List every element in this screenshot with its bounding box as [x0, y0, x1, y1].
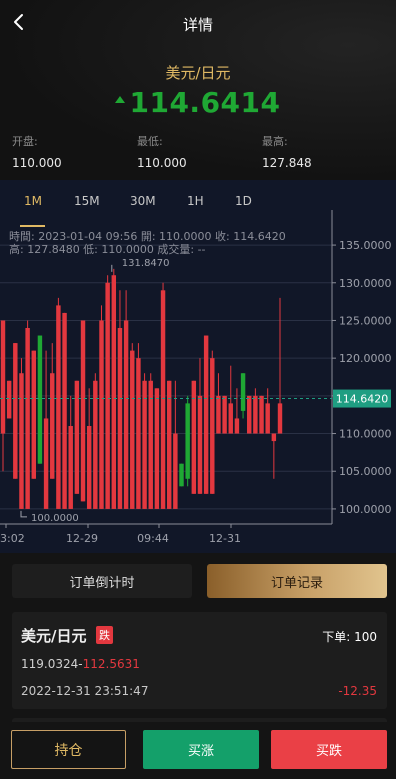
- stat-high: 最高: 127.848: [262, 133, 312, 170]
- candle-body: [148, 380, 153, 509]
- candle-body: [99, 320, 104, 509]
- y-tick-label: 105.0000: [339, 465, 392, 478]
- stat-low: 最低: 110.000: [137, 133, 187, 170]
- candle-body: [105, 282, 110, 509]
- candle-body: [216, 395, 221, 434]
- candle-body: [136, 358, 141, 509]
- candle-body: [62, 312, 67, 509]
- candle-body: [86, 426, 92, 509]
- order-countdown-button[interactable]: 订单倒计时: [12, 564, 192, 598]
- candle-body: [111, 275, 117, 509]
- candle-body: [160, 290, 166, 509]
- bottom-action-bar: 持仓 买涨 买跌: [0, 722, 396, 779]
- candle-body: [222, 395, 227, 434]
- current-price-row: 114.6414: [0, 86, 396, 119]
- candle-body: [166, 380, 172, 509]
- order-prices: 119.0324-112.5631: [21, 657, 140, 671]
- y-tick-label: 110.0000: [339, 428, 392, 441]
- header: 详情 美元/日元 114.6414 开盘: 110.000 最低: 110.00…: [0, 0, 396, 180]
- order-records-button[interactable]: 订单记录: [207, 564, 387, 598]
- candle-body: [31, 350, 36, 479]
- order-quantity: 下单: 100: [322, 630, 377, 644]
- position-button[interactable]: 持仓: [11, 730, 126, 769]
- current-price-tag-label: 114.6420: [336, 393, 389, 406]
- candle-body: [259, 395, 264, 434]
- candle-body: [173, 433, 178, 509]
- x-tick-label: 12-29: [66, 532, 98, 545]
- x-tick-label: 09:44: [137, 532, 169, 545]
- order-card[interactable]: 美元/日元 跌 下单: 100 119.0324-112.5631 2022-1…: [12, 612, 387, 709]
- min-price-label: 100.0000: [31, 513, 79, 524]
- order-pair: 美元/日元: [21, 627, 87, 645]
- stat-open: 开盘: 110.000: [12, 133, 62, 170]
- direction-badge: 跌: [96, 626, 113, 644]
- candle-body: [93, 380, 98, 509]
- order-open-price: 119.0324: [21, 657, 79, 671]
- y-tick-label: 130.0000: [339, 277, 392, 290]
- order-buttons: 订单倒计时 订单记录: [12, 564, 387, 598]
- kline-chart[interactable]: 1M 15M 30M 1H 1D 135.0000 130.0000 125.000…: [0, 180, 396, 553]
- buy-down-button[interactable]: 买跌: [271, 730, 387, 769]
- y-tick-label: 120.0000: [339, 352, 392, 365]
- candle-body: [247, 395, 252, 434]
- y-tick-label: 100.0000: [339, 503, 392, 516]
- candle-body: [253, 395, 258, 434]
- page-title: 详情: [182, 16, 213, 34]
- candle-body: [123, 320, 129, 509]
- candle-body: [234, 418, 240, 434]
- current-price: 114.6414: [129, 86, 281, 119]
- x-tick-label: 12-31: [209, 532, 241, 545]
- candle-body: [265, 403, 270, 434]
- min-marker: [20, 510, 27, 518]
- stat-high-value: 127.848: [262, 156, 312, 170]
- max-price-label: 131.8470: [122, 258, 170, 269]
- up-arrow-icon: [115, 96, 126, 103]
- candle-body: [197, 395, 203, 494]
- order-close-price: 112.5631: [82, 657, 140, 671]
- candle-body: [50, 373, 55, 479]
- stat-low-value: 110.000: [137, 156, 187, 170]
- stat-open-label: 开盘:: [12, 135, 38, 148]
- order-time: 2022-12-31 23:51:47: [21, 684, 149, 698]
- stat-low-label: 最低:: [137, 135, 163, 148]
- candle-body: [74, 380, 80, 494]
- candle-body: [142, 380, 147, 509]
- candle-body: [228, 403, 233, 434]
- candle-body: [117, 328, 123, 509]
- x-tick-label: 3:02: [0, 532, 25, 545]
- candle-body: [130, 350, 135, 509]
- y-tick-label: 135.0000: [339, 239, 392, 252]
- candle-body: [277, 403, 283, 434]
- candle-body: [271, 433, 277, 442]
- candle-body: [25, 328, 30, 509]
- stat-high-label: 最高:: [262, 135, 288, 148]
- candle-body: [43, 418, 49, 509]
- candle-body: [179, 463, 184, 487]
- stat-open-value: 110.000: [12, 156, 62, 170]
- candle-body: [19, 373, 24, 509]
- candle-body: [210, 358, 215, 494]
- candle-info-line2: 高: 127.8480 低: 110.0000 成交量: --: [9, 243, 206, 256]
- candle-body: [240, 373, 246, 411]
- candle-body: [37, 335, 43, 464]
- candle-body: [185, 403, 190, 479]
- candle-body: [203, 335, 209, 494]
- candle-body: [80, 320, 86, 502]
- buy-up-button[interactable]: 买涨: [143, 730, 259, 769]
- candle-body: [191, 380, 197, 494]
- candle-body: [6, 380, 12, 419]
- y-tick-label: 125.0000: [339, 314, 392, 327]
- candle-body: [13, 343, 18, 479]
- candle-body: [56, 305, 61, 509]
- candle-body: [68, 426, 73, 509]
- order-profit-loss: -12.35: [338, 684, 377, 698]
- candle-body: [0, 320, 6, 434]
- candle-body: [154, 388, 160, 509]
- currency-pair: 美元/日元: [165, 64, 231, 82]
